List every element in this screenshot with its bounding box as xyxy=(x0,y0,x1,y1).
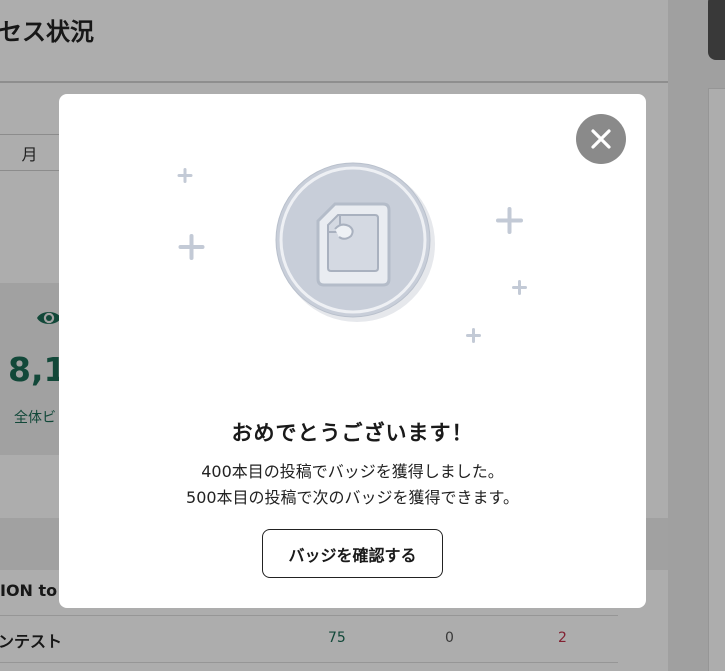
confirm-badge-button[interactable]: バッジを確認する xyxy=(262,529,443,578)
modal-heading: おめでとうございます！ xyxy=(231,421,474,445)
sparkle-icon xyxy=(496,207,523,234)
badge-illustration xyxy=(177,162,527,343)
sparkle-icon xyxy=(178,234,205,260)
badge-modal: おめでとうございます！ 400本目の投稿でバッジを獲得しました。 500本目の投… xyxy=(59,94,646,608)
modal-message: 400本目の投稿でバッジを獲得しました。 xyxy=(201,462,504,481)
sparkle-icon xyxy=(177,168,193,183)
sparkle-icon xyxy=(512,280,527,295)
modal-message-next: 500本目の投稿で次のバッジを獲得できます。 xyxy=(186,488,519,507)
sparkle-icon xyxy=(466,328,481,343)
document-badge-icon xyxy=(275,162,435,322)
